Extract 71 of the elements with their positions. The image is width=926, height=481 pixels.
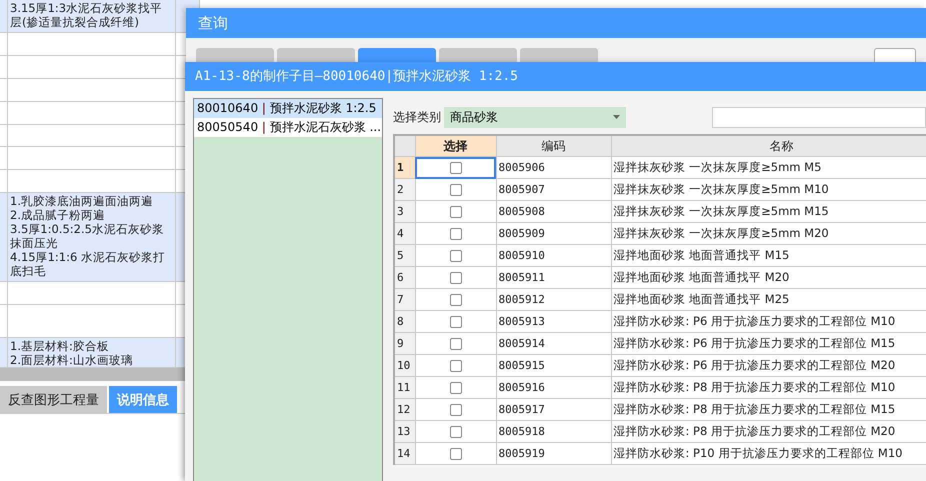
- checkbox[interactable]: [450, 360, 462, 372]
- list-item[interactable]: 80010640 | 预拌水泥砂浆 1:2.5: [194, 99, 382, 118]
- table-cell: 湿拌防水砂浆: P8 用于抗渗压力要求的工程部位 M15: [611, 398, 926, 420]
- table-cell: 湿拌抹灰砂浆 一次抹灰厚度≥5mm M10: [611, 178, 926, 200]
- table-cell: 8005912: [496, 288, 611, 310]
- row-number: 3: [394, 200, 415, 222]
- table-cell: 8005918: [496, 420, 611, 442]
- table-cell: 8005914: [496, 332, 611, 354]
- list-item[interactable]: 80050540 | 预拌水泥石灰砂浆 ...: [194, 118, 382, 137]
- search-field[interactable]: [712, 106, 926, 128]
- column-header[interactable]: 编码: [496, 135, 611, 156]
- row-number: 14: [394, 442, 415, 464]
- table-cell: 8005917: [496, 398, 611, 420]
- row-number: 7: [394, 288, 415, 310]
- table-cell: 湿拌地面砂浆 地面普通找平 M15: [611, 244, 926, 266]
- table-cell: 湿拌防水砂浆: P8 用于抗渗压力要求的工程部位 M10: [611, 376, 926, 398]
- row-number: 8: [394, 310, 415, 332]
- checkbox[interactable]: [450, 316, 462, 328]
- checkbox[interactable]: [450, 272, 462, 284]
- dialog-title: 查询: [186, 8, 926, 38]
- table-cell: 湿拌地面砂浆 地面普通找平 M25: [611, 288, 926, 310]
- table-cell: 湿拌地面砂浆 地面普通找平 M20: [611, 266, 926, 288]
- row-number: 10: [394, 354, 415, 376]
- checkbox[interactable]: [450, 206, 462, 218]
- table-cell: 8005919: [496, 442, 611, 464]
- row-number: 13: [394, 420, 415, 442]
- table-cell: 8005911: [496, 266, 611, 288]
- row-number: 2: [394, 178, 415, 200]
- table-cell: 湿拌防水砂浆: P6 用于抗渗压力要求的工程部位 M15: [611, 332, 926, 354]
- table-cell: 湿拌抹灰砂浆 一次抹灰厚度≥5mm M20: [611, 222, 926, 244]
- row-number: 9: [394, 332, 415, 354]
- category-label: 选择类别: [393, 108, 441, 126]
- table-cell: 8005907: [496, 178, 611, 200]
- row-number: 5: [394, 244, 415, 266]
- caret-icon: [613, 115, 620, 119]
- table-cell: 湿拌防水砂浆: P10 用于抗渗压力要求的工程部位 M10: [611, 442, 926, 464]
- row-number: 11: [394, 376, 415, 398]
- table-cell: 湿拌抹灰砂浆 一次抹灰厚度≥5mm M5: [611, 156, 926, 178]
- bottom-tab[interactable]: 反查图形工程量: [0, 386, 107, 413]
- checkbox[interactable]: [450, 426, 462, 438]
- table-cell: 8005913: [496, 310, 611, 332]
- table-cell: 8005909: [496, 222, 611, 244]
- table-cell: 湿拌防水砂浆: P6 用于抗渗压力要求的工程部位 M10: [611, 310, 926, 332]
- checkbox[interactable]: [450, 184, 462, 196]
- checkbox[interactable]: [450, 228, 462, 240]
- sheet-cell: 1.基层材料:胶合板 2.面层材料:山水画玻璃: [8, 338, 176, 367]
- checkbox[interactable]: [450, 338, 462, 350]
- dialog-title: A1-13-8的制作子目—80010640|预拌水泥砂浆 1:2.5: [185, 62, 926, 91]
- table-cell: 湿拌防水砂浆: P8 用于抗渗压力要求的工程部位 M20: [611, 420, 926, 442]
- checkbox[interactable]: [450, 404, 462, 416]
- table-cell: 8005915: [496, 354, 611, 376]
- row-number: 1: [394, 156, 415, 178]
- checkbox[interactable]: [450, 382, 462, 394]
- sheet-cell: 1.乳胶漆底油两遍面油两遍 2.成品腻子粉两遍 3.5厚1:0.5:2.5水泥石灰砂浆抹面压光 4.15厚1:1:6 水泥石灰砂浆打底扫毛: [8, 193, 176, 281]
- table-cell: 湿拌抹灰砂浆 一次抹灰厚度≥5mm M15: [611, 200, 926, 222]
- row-number: 4: [394, 222, 415, 244]
- column-header[interactable]: 名称: [611, 135, 926, 156]
- table-cell: 8005916: [496, 376, 611, 398]
- table-cell: 8005906: [496, 156, 611, 178]
- table-cell: 8005910: [496, 244, 611, 266]
- sheet-cell: 3.15厚1:3水泥石灰砂浆找平层(掺适量抗裂合成纤维): [8, 0, 176, 32]
- checkbox[interactable]: [450, 448, 462, 460]
- table-cell: 8005908: [496, 200, 611, 222]
- row-number: 6: [394, 266, 415, 288]
- checkbox[interactable]: [450, 250, 462, 262]
- checkbox[interactable]: [450, 162, 462, 174]
- column-header[interactable]: 选择: [415, 135, 496, 156]
- row-number: 12: [394, 398, 415, 420]
- checkbox[interactable]: [450, 294, 462, 306]
- category-dropdown[interactable]: 商品砂浆: [444, 106, 626, 128]
- table-cell: 湿拌防水砂浆: P6 用于抗渗压力要求的工程部位 M20: [611, 354, 926, 376]
